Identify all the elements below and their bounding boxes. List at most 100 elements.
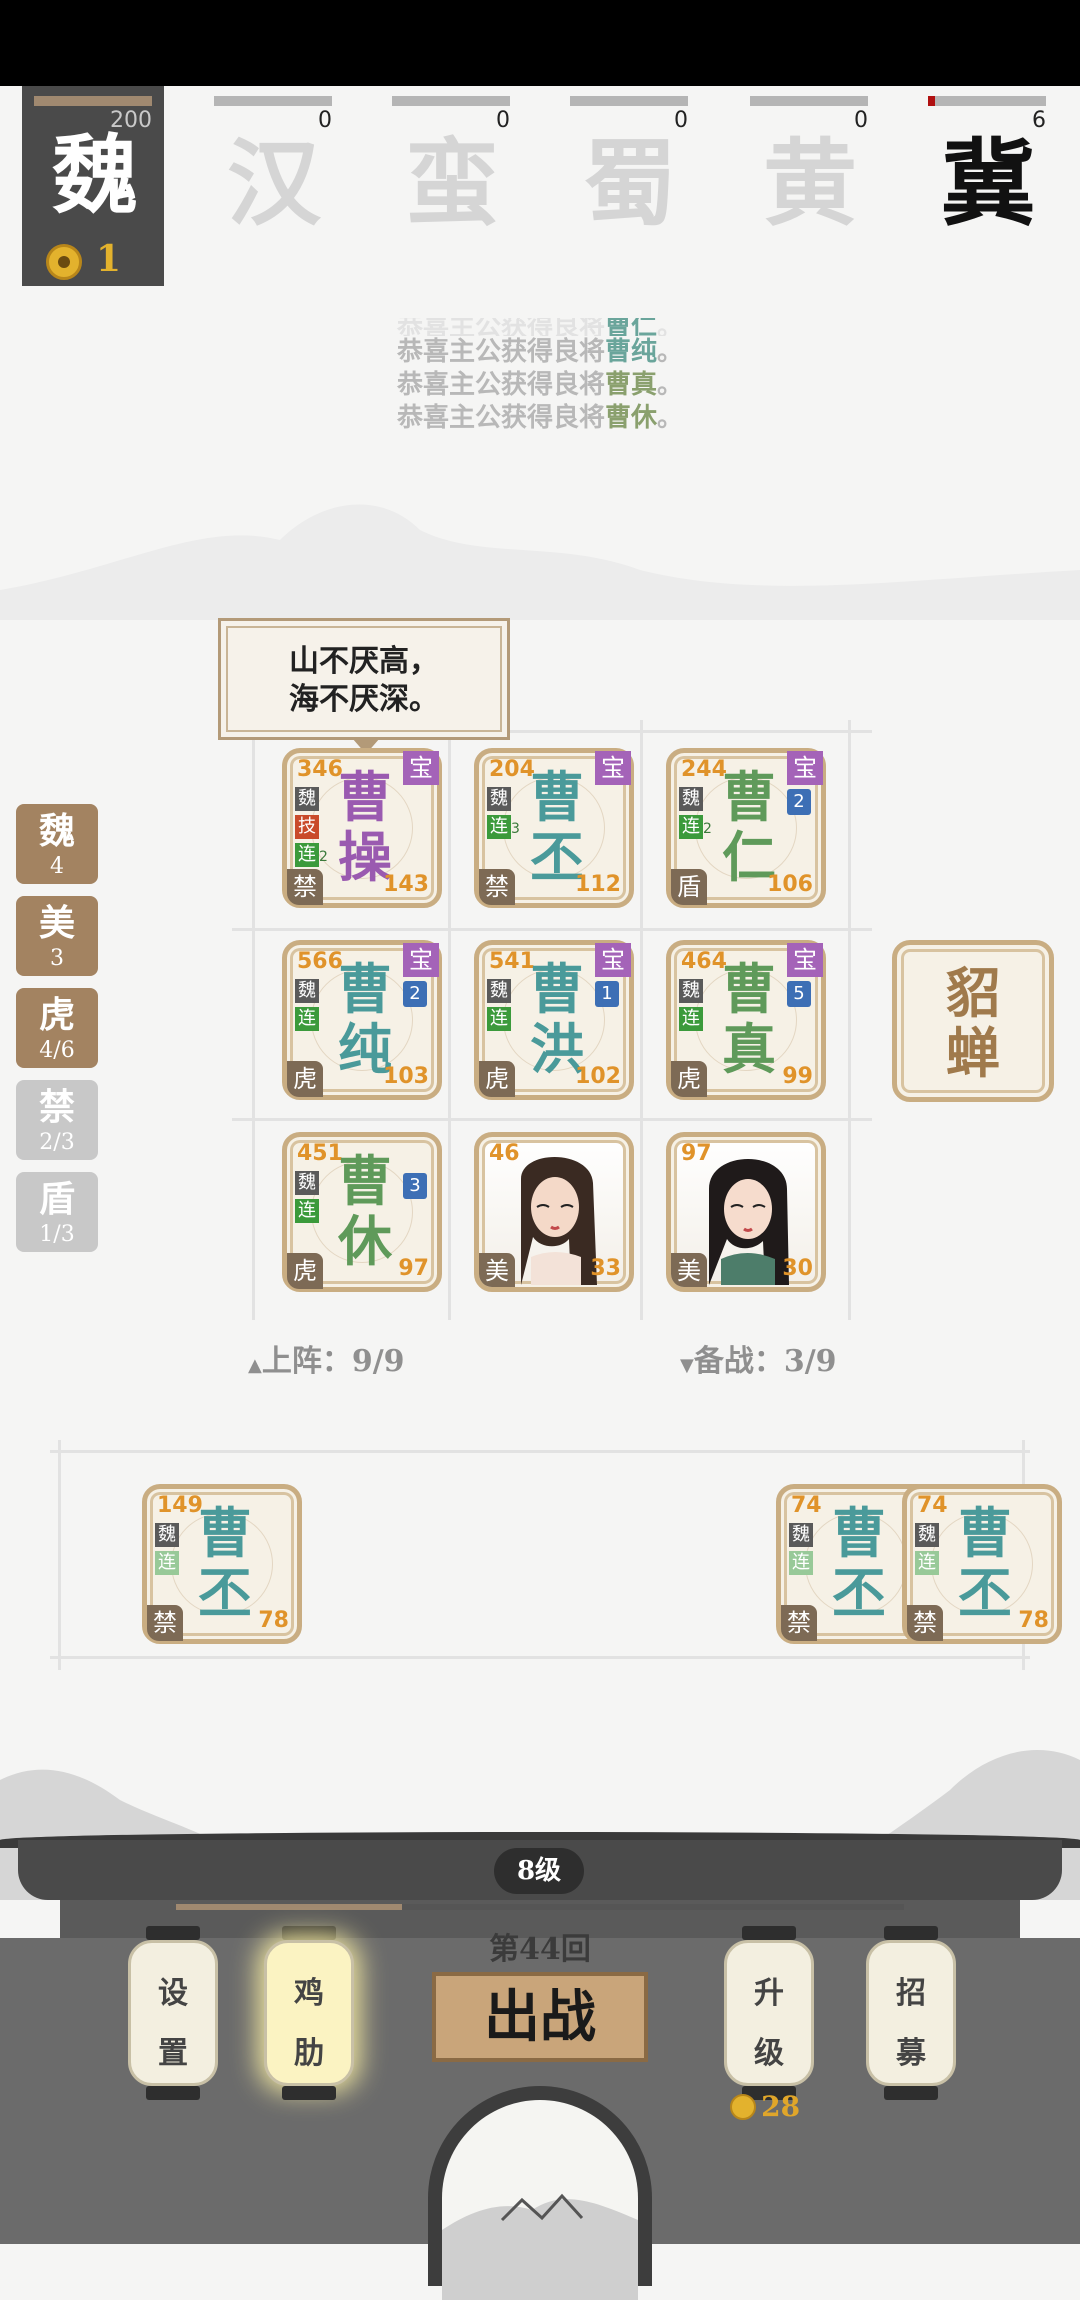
enemy-hp-fill — [928, 96, 936, 106]
enemy-hp-bar — [392, 96, 510, 106]
treasure-badge: 宝 — [595, 751, 631, 785]
treasure-badge: 宝 — [403, 751, 439, 785]
bench-card-caopi-3[interactable]: 74 曹丕 魏 连 禁 78 — [902, 1484, 1062, 1644]
treasure-badge: 宝 — [595, 943, 631, 977]
general-card-caoxiu[interactable]: 451 曹休 3 魏 连 虎 97 — [282, 1132, 442, 1292]
treasure-badge: 宝 — [787, 943, 823, 977]
card-name-line: 丕 — [958, 1561, 1012, 1625]
card-name-line: 曹 — [530, 957, 584, 1021]
chicken-rib-button[interactable]: 鸡肋 — [264, 1926, 354, 2106]
enemy-faction-han[interactable]: 0 汉 — [214, 86, 334, 246]
card-hp: 30 — [782, 1256, 813, 1281]
card-type: 盾 — [671, 869, 707, 905]
enemy-faction-shu[interactable]: 0 蜀 — [570, 86, 690, 246]
grid-line — [232, 928, 872, 931]
filter-tab-dun[interactable]: 盾 1/3 — [16, 1172, 98, 1252]
general-card-caozhen[interactable]: 464 曹真 宝 5 魏 连 虎 99 — [666, 940, 826, 1100]
general-card-caocao[interactable]: 346 曹操 宝 魏 技 连2 禁 143 — [282, 748, 442, 908]
card-hp: 78 — [1018, 1608, 1049, 1633]
tab-count: 1/3 — [39, 1222, 75, 1247]
grid-line — [232, 1118, 872, 1121]
tag-lian-count: 2 — [703, 821, 712, 837]
tab-label: 虎 — [38, 994, 75, 1036]
card-name-line: 曹 — [338, 765, 392, 829]
enemy-name: 蛮 — [404, 129, 499, 239]
tag-lian-label: 连 — [298, 844, 316, 865]
card-type: 虎 — [671, 1061, 707, 1097]
card-name-line: 丕 — [832, 1561, 886, 1625]
enemy-name: 冀 — [940, 129, 1035, 239]
card-name-line: 曹 — [198, 1501, 252, 1565]
message-line: 恭喜主公获得良将曹纯。 — [396, 337, 684, 367]
card-type: 美 — [671, 1253, 707, 1287]
lantern-cap — [742, 1926, 796, 1940]
card-name: 曹仁 — [709, 767, 789, 887]
tag-wei: 魏 — [915, 1523, 939, 1547]
tag-wei: 魏 — [487, 787, 511, 811]
diaochan-name: 貂蝉 — [897, 963, 1049, 1083]
general-card-caopi[interactable]: 204 曹丕 宝 魏 连3 禁 112 — [474, 748, 634, 908]
filter-tab-hu[interactable]: 虎 4/6 — [16, 988, 98, 1068]
diaochan-card[interactable]: 貂蝉 — [892, 940, 1054, 1102]
settings-button[interactable]: 设置 — [128, 1926, 218, 2106]
general-card-caoren[interactable]: 244 曹仁 宝 2 魏 连2 盾 106 — [666, 748, 826, 908]
card-name: 曹纯 — [325, 959, 405, 1079]
tag-lian: 连 — [295, 1007, 319, 1031]
card-type: 虎 — [479, 1061, 515, 1097]
coin-icon — [730, 2093, 756, 2120]
general-card-caochun[interactable]: 566 曹纯 宝 2 魏 连 虎 103 — [282, 940, 442, 1100]
tab-label: 禁 — [38, 1086, 75, 1128]
card-hp: 99 — [782, 1064, 813, 1089]
status-bar — [0, 0, 1080, 86]
star-level-badge: 2 — [403, 981, 427, 1007]
enemy-faction-man[interactable]: 0 蛮 — [392, 86, 512, 246]
player-coins: 1 — [96, 238, 122, 280]
level-progress-bar — [176, 1904, 904, 1910]
battle-button[interactable]: 出战 — [432, 1972, 648, 2062]
card-name-line: 曹 — [722, 957, 776, 1021]
star-level-badge: 2 — [787, 789, 811, 815]
enemy-faction-huang[interactable]: 0 黄 — [750, 86, 870, 246]
general-card-caohong[interactable]: 541 曹洪 宝 1 魏 连 虎 102 — [474, 940, 634, 1100]
filter-tab-wei[interactable]: 魏4 — [16, 804, 98, 884]
chicken-rib-label: 鸡肋 — [294, 1976, 324, 2071]
player-faction-panel[interactable]: 200 魏 1 — [22, 86, 164, 286]
card-name-line: 曹 — [722, 765, 776, 829]
lantern-foot — [146, 2086, 200, 2100]
card-attack: 97 — [681, 1141, 712, 1166]
star-level-badge: 3 — [403, 1173, 427, 1199]
beauty-card-2[interactable]: 97 美 30 — [666, 1132, 826, 1292]
treasure-badge: 宝 — [787, 751, 823, 785]
coin-icon — [46, 244, 82, 280]
card-name-line: 曹 — [338, 1149, 392, 1213]
enemy-faction-ji[interactable]: 6 冀 — [928, 86, 1048, 246]
recruit-label: 招募 — [896, 1976, 926, 2071]
tab-count: 2/3 — [39, 1130, 75, 1155]
card-name-line: 曹 — [832, 1501, 886, 1565]
grid-line — [848, 720, 851, 1320]
card-attack: 46 — [489, 1141, 520, 1166]
tab-count: 4/6 — [39, 1038, 75, 1063]
filter-tab-mei[interactable]: 美3 — [16, 896, 98, 976]
grid-line — [58, 1440, 61, 1670]
tag-wei: 魏 — [155, 1523, 179, 1547]
tag-lian: 连2 — [679, 815, 712, 839]
speech-line: 海不厌深。 — [289, 682, 439, 717]
speech-bubble: 山不厌高， 海不厌深。 — [218, 618, 510, 740]
tag-wei: 魏 — [679, 787, 703, 811]
card-type: 虎 — [287, 1061, 323, 1097]
card-name-line: 丕 — [198, 1561, 252, 1625]
round-indicator: 第44回 — [489, 1932, 591, 1967]
up-triangle-icon: ▲ — [248, 1355, 262, 1376]
bench-card-caopi-1[interactable]: 149 曹丕 魏 连 禁 78 — [142, 1484, 302, 1644]
diaochan-name-text: 貂蝉 — [946, 961, 1000, 1085]
enemy-name: 黄 — [762, 129, 857, 239]
recruit-button[interactable]: 招募 — [866, 1926, 956, 2106]
message-line: 恭喜主公获得良将曹真。 — [396, 370, 684, 400]
tag-lian-count: 2 — [319, 849, 328, 865]
star-level-badge: 5 — [787, 981, 811, 1007]
upgrade-button[interactable]: 升级 — [724, 1926, 814, 2106]
filter-tab-jin[interactable]: 禁 2/3 — [16, 1080, 98, 1160]
beauty-card-1[interactable]: 46 美 33 — [474, 1132, 634, 1292]
enemy-hp-bar — [928, 96, 1046, 106]
